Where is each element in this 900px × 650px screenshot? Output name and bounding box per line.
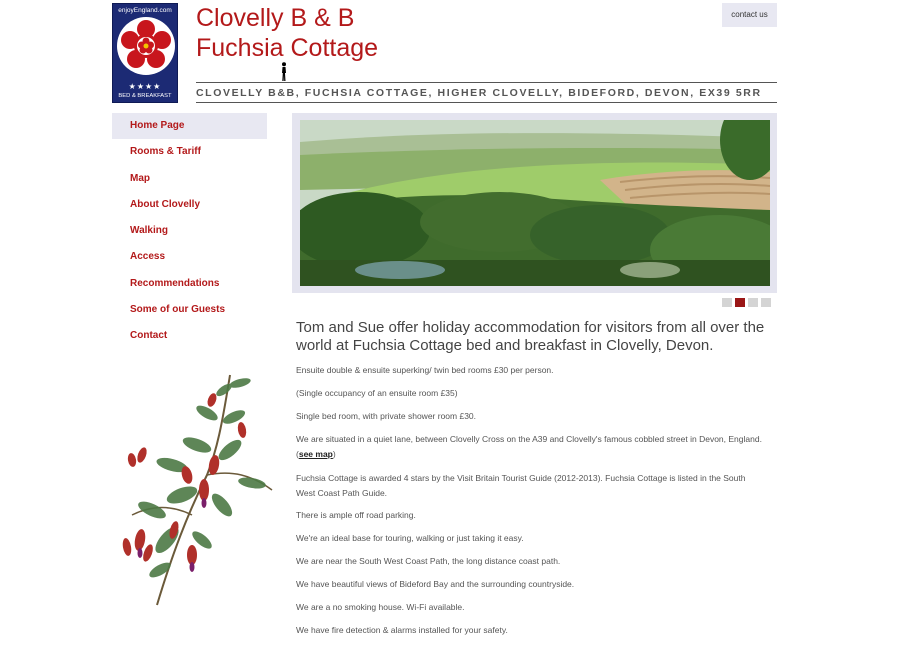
address-line: CLOVELLY B&B, FUCHSIA COTTAGE, HIGHER CL… [196, 87, 762, 99]
paragraph-parking: There is ample off road parking. [296, 510, 416, 520]
star-rating: ★★★★ [128, 82, 162, 91]
slider-dot-3[interactable] [748, 298, 758, 307]
header-rule-bottom [196, 102, 777, 103]
fuchsia-illustration [122, 374, 273, 606]
slider-dot-1[interactable] [722, 298, 732, 307]
walker-icon [282, 62, 286, 81]
paragraph-single-occupancy: (Single occupancy of an ensuite room £35… [296, 388, 458, 398]
site-title-line2: Fuchsia Cottage [196, 34, 379, 62]
nav-item-rooms-tariff[interactable]: Rooms & Tariff [112, 139, 267, 165]
paragraph-location: We are situated in a quiet lane, between… [296, 432, 766, 462]
paragraph-views: We have beautiful views of Bideford Bay … [296, 579, 575, 589]
nav-item-map[interactable]: Map [112, 166, 267, 192]
nav-item-about-clovelly[interactable]: About Clovelly [112, 192, 267, 218]
see-map-link[interactable]: see map [299, 449, 333, 459]
intro-heading: Tom and Sue offer holiday accommodation … [296, 319, 765, 354]
paragraph-rooms: Ensuite double & ensuite superking/ twin… [296, 365, 554, 375]
enjoy-england-logo: enjoyEngland.com ★★★★ BED & BREAKFAST [112, 3, 178, 103]
header-rule-top [196, 82, 777, 83]
contact-us-button[interactable]: contact us [722, 3, 777, 27]
paragraph-awards: Fuchsia Cottage is awarded 4 stars by th… [296, 473, 746, 498]
nav-item-recommendations[interactable]: Recommendations [112, 271, 267, 297]
paragraph-fire-safety: We have fire detection & alarms installe… [296, 625, 508, 635]
nav-item-some-of-our-guests[interactable]: Some of our Guests [112, 297, 267, 323]
paragraph-no-smoking: We are a no smoking house. Wi-Fi availab… [296, 602, 465, 612]
paragraph-single-room: Single bed room, with private shower roo… [296, 411, 477, 421]
slider-dot-2[interactable] [735, 298, 745, 307]
tudor-rose-icon [117, 17, 175, 75]
logo-bottom-text: BED & BREAKFAST [118, 93, 172, 99]
nav-item-home-page[interactable]: Home Page [112, 113, 267, 140]
nav-item-walking[interactable]: Walking [112, 218, 267, 244]
countryside-photo [300, 120, 770, 286]
paragraph-ideal-base: We're an ideal base for touring, walking… [296, 533, 524, 543]
paragraph-coast-path: We are near the South West Coast Path, t… [296, 556, 561, 566]
nav-item-contact[interactable]: Contact [112, 323, 267, 349]
location-text-end: ) [332, 449, 336, 459]
logo-top-text: enjoyEngland.com [118, 7, 172, 14]
location-text: We are situated in a quiet lane, between… [296, 434, 762, 459]
site-title-line1: Clovelly B & B [196, 4, 355, 32]
slider-pagination [722, 298, 771, 307]
nav-item-access[interactable]: Access [112, 244, 267, 270]
site-title: Clovelly B & B Fuchsia Cottage [196, 3, 378, 63]
main-nav: Home Page Rooms & Tariff Map About Clove… [112, 113, 267, 350]
slider-dot-4[interactable] [761, 298, 771, 307]
